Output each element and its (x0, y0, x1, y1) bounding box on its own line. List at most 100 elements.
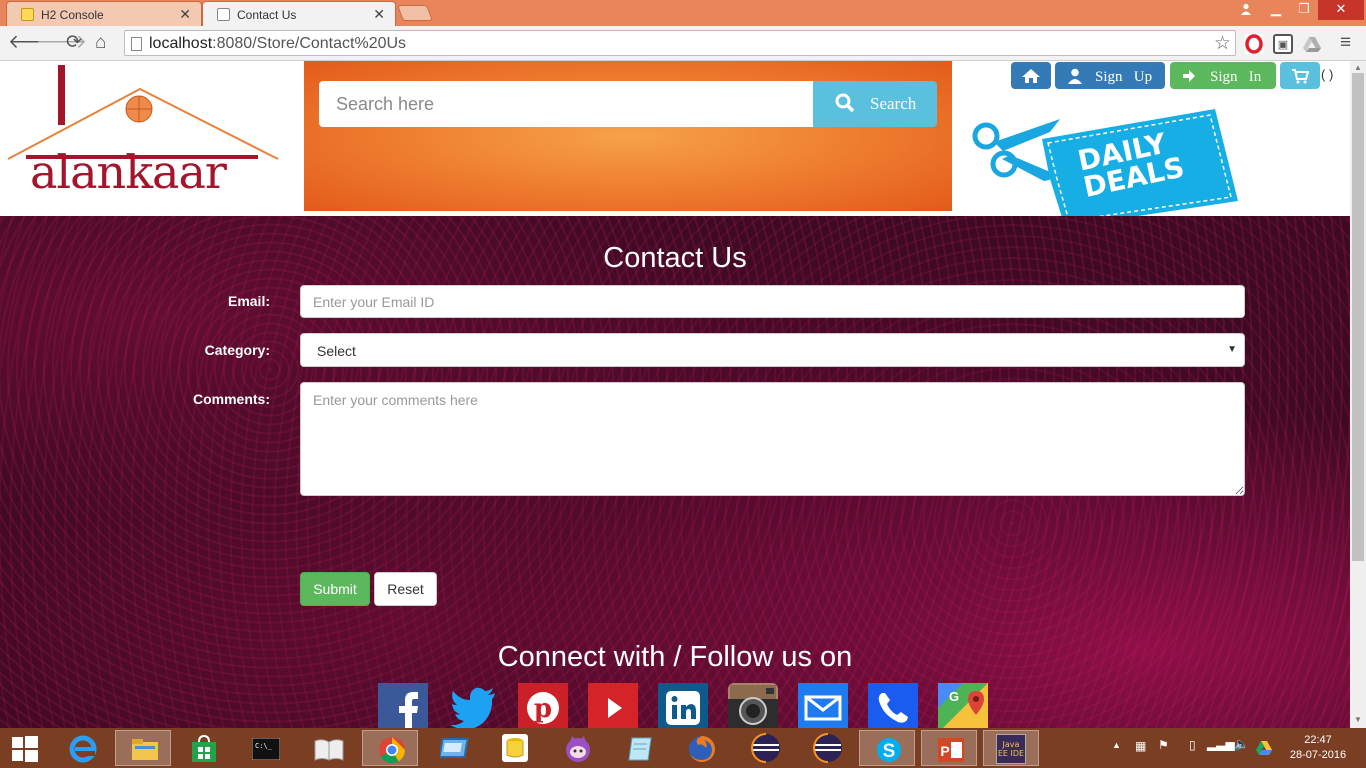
daily-deals-banner[interactable]: DAILY DEALS (970, 109, 1242, 224)
cart-count: ( ) (1321, 67, 1334, 82)
home-button[interactable] (1011, 62, 1051, 89)
action-center-icon[interactable]: ▦ (1135, 739, 1146, 753)
extension-icon[interactable]: ▣ (1273, 34, 1293, 54)
phone-icon[interactable] (868, 683, 918, 728)
bookmark-star-icon[interactable]: ☆ (1214, 32, 1231, 55)
page-title: Contact Us (603, 242, 747, 274)
taskbar-chrome[interactable] (362, 730, 418, 766)
search-button-label: Search (870, 94, 917, 113)
alankaar-logo[interactable]: alankaar (6, 63, 280, 213)
search-banner: Search (304, 61, 952, 211)
taskbar-java-ee-ide[interactable]: Java EE IDE (983, 730, 1039, 766)
tab-h2-console[interactable]: H2 Console ✕ (6, 1, 202, 26)
sign-up-button[interactable]: Sign Up (1055, 62, 1165, 89)
category-selected-value: Select (317, 343, 356, 359)
taskbar-powerpoint[interactable]: P (921, 730, 977, 766)
java-ee-ide-icon: Java EE IDE (996, 734, 1026, 764)
close-tab-icon[interactable]: ✕ (373, 6, 385, 23)
search-input[interactable] (319, 81, 813, 127)
google-maps-icon[interactable]: G (938, 683, 988, 728)
taskbar-eclipse-1[interactable] (736, 730, 792, 766)
address-host: localhost (149, 35, 213, 52)
clock[interactable]: 22:47 28-07-2016 (1283, 733, 1353, 763)
skype-icon: S (877, 738, 901, 762)
drive-extension-icon[interactable] (1302, 34, 1322, 54)
email-field[interactable] (300, 285, 1245, 318)
pinterest-icon[interactable]: p (518, 683, 568, 728)
comments-label: Comments: (192, 391, 270, 407)
site-header: alankaar Search Sign Up Sign In ( ) (0, 61, 1350, 224)
category-select[interactable]: Select ▼ (300, 333, 1245, 367)
submit-button[interactable]: Submit (300, 572, 370, 606)
taskbar-reader[interactable] (299, 730, 355, 766)
maximize-window-button[interactable]: ❐ (1290, 0, 1318, 20)
folder-icon (132, 739, 158, 760)
instagram-icon[interactable] (728, 683, 778, 728)
linkedin-icon[interactable] (658, 683, 708, 728)
email-icon[interactable] (798, 683, 848, 728)
database-icon (21, 8, 34, 21)
internet-explorer-icon (69, 735, 97, 763)
svg-text:S: S (883, 741, 896, 762)
menu-icon[interactable]: ≡ (1340, 33, 1351, 53)
network-signal-icon[interactable]: ▂▃▅ (1207, 737, 1235, 751)
scrollbar-thumb[interactable] (1352, 73, 1364, 561)
java-ee-ide-label: Java EE IDE (997, 740, 1025, 758)
taskbar-notes[interactable] (611, 730, 667, 766)
taskbar-firefox[interactable] (673, 730, 729, 766)
home-icon[interactable]: ⌂ (95, 33, 106, 53)
facebook-icon[interactable] (378, 683, 428, 728)
clock-time: 22:47 (1304, 734, 1332, 746)
user-profile-icon[interactable] (1232, 0, 1260, 20)
taskbar-file-explorer[interactable] (115, 730, 171, 766)
battery-icon[interactable]: ▯ (1189, 738, 1196, 752)
sign-in-button[interactable]: Sign In (1170, 62, 1276, 89)
browser-toolbar: 🡐 🡒 ⟳ ⌂ localhost:8080/Store/Contact%20U… (0, 26, 1366, 61)
scroll-up-icon[interactable]: ▲ (1354, 63, 1362, 72)
close-window-button[interactable]: ✕ (1318, 0, 1364, 20)
chrome-icon (379, 737, 406, 764)
firefox-icon (689, 736, 715, 762)
reload-icon[interactable]: ⟳ (66, 33, 82, 53)
taskbar-remote-desktop[interactable] (425, 730, 481, 766)
twitter-icon[interactable] (448, 683, 498, 728)
chevron-down-icon: ▼ (1227, 344, 1237, 355)
search-icon (835, 93, 855, 113)
taskbar-database-tool[interactable] (486, 730, 542, 766)
page-scrollbar[interactable]: ▲ ▼ (1350, 61, 1366, 728)
comments-field[interactable] (300, 382, 1245, 496)
close-tab-icon[interactable]: ✕ (179, 6, 191, 23)
contact-section: Contact Us Email: Category: Select ▼ Com… (0, 216, 1350, 728)
flag-icon[interactable]: ⚑ (1158, 738, 1169, 752)
google-drive-icon[interactable] (1256, 741, 1272, 755)
scroll-down-icon[interactable]: ▼ (1354, 715, 1362, 724)
opera-extension-icon[interactable] (1244, 34, 1264, 54)
notes-icon (628, 737, 652, 761)
taskbar-eclipse-2[interactable] (798, 730, 854, 766)
new-tab-button[interactable] (397, 5, 433, 21)
cart-button[interactable] (1280, 62, 1320, 89)
volume-icon[interactable]: 🔈 (1234, 737, 1249, 751)
sign-in-icon (1183, 70, 1195, 82)
email-label: Email: (227, 293, 270, 309)
store-icon (192, 735, 216, 762)
show-hidden-icons[interactable]: ▲ (1112, 740, 1121, 750)
taskbar-skype[interactable]: S (859, 730, 915, 766)
minimize-window-button[interactable]: ▁ (1262, 0, 1290, 20)
start-button[interactable] (0, 730, 56, 766)
taskbar-github[interactable] (549, 730, 605, 766)
sign-up-label: Sign Up (1095, 69, 1153, 85)
page-icon (217, 8, 230, 21)
connect-heading: Connect with / Follow us on (497, 641, 853, 673)
taskbar-store[interactable] (176, 730, 232, 766)
reset-button[interactable]: Reset (374, 572, 437, 606)
search-button[interactable]: Search (813, 81, 937, 127)
address-path: :8080/Store/Contact%20Us (212, 35, 407, 52)
taskbar-command-prompt[interactable]: C:\_ (237, 730, 293, 766)
taskbar-internet-explorer[interactable] (54, 730, 110, 766)
browser-tab-strip: H2 Console ✕ Contact Us ✕ ▁ ❐ ✕ (0, 0, 1366, 26)
address-bar[interactable]: localhost:8080/Store/Contact%20Us ☆ (124, 30, 1236, 56)
svg-text:C:\_: C:\_ (255, 742, 273, 750)
tab-contact-us[interactable]: Contact Us ✕ (202, 1, 396, 26)
youtube-icon[interactable] (588, 683, 638, 728)
